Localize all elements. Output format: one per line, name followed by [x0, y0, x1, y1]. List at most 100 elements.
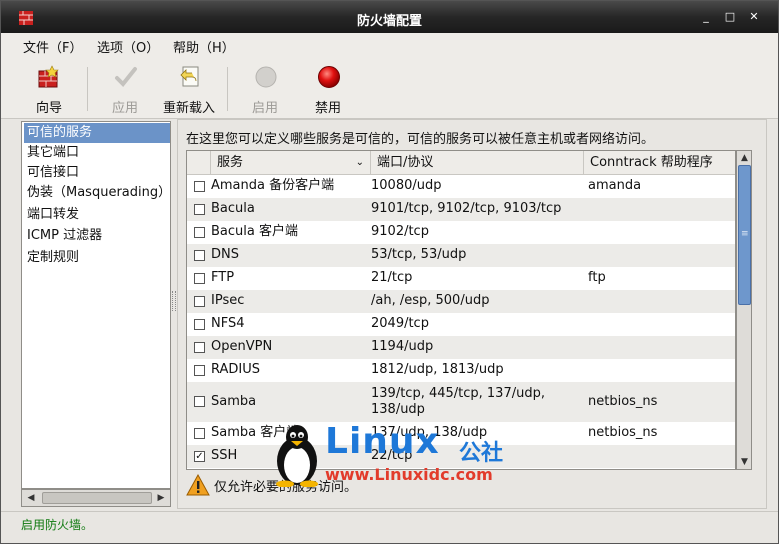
table-row[interactable]: Bacula 客户端 9102/tcp: [187, 221, 735, 244]
status-text: 启用防火墙。: [21, 518, 94, 532]
service-ports: /ah, /esp, 500/udp: [371, 293, 490, 308]
row-checkbox[interactable]: [194, 204, 205, 215]
minimize-button[interactable]: _: [699, 10, 713, 24]
row-checkbox[interactable]: [194, 396, 205, 407]
service-name: NFS4: [211, 316, 245, 331]
nav-trusted-services[interactable]: 可信的服务: [24, 123, 170, 143]
scroll-up-arrow-icon[interactable]: ▲: [738, 151, 751, 165]
vscroll-thumb[interactable]: ≡: [738, 165, 751, 305]
row-checkbox[interactable]: [194, 227, 205, 238]
enable-label: 启用: [251, 101, 278, 116]
hscroll-thumb[interactable]: [42, 492, 152, 504]
nav-custom-rules[interactable]: 定制规则: [24, 248, 170, 268]
service-name: Bacula: [211, 201, 255, 216]
service-name: IPsec: [211, 293, 245, 308]
table-row[interactable]: Bacula 9101/tcp, 9102/tcp, 9103/tcp: [187, 198, 735, 221]
row-checkbox[interactable]: [194, 365, 205, 376]
enable-button[interactable]: 启用: [230, 63, 300, 116]
wizard-label: 向导: [35, 101, 62, 116]
service-name: RADIUS: [211, 362, 261, 377]
enable-green-light-icon: [255, 66, 277, 88]
service-name: DNS: [211, 247, 239, 262]
menu-help[interactable]: 帮助（H）: [173, 37, 235, 56]
category-hscrollbar[interactable]: ◀ ▶: [21, 489, 171, 507]
service-ports: 21/tcp: [371, 270, 413, 285]
warning-icon: [186, 474, 210, 496]
wizard-button[interactable]: 向导: [14, 63, 84, 116]
service-ports: 139/tcp, 445/tcp, 137/udp, 138/udp: [371, 386, 545, 417]
watermark-brand: Linux: [325, 421, 440, 462]
header-helper[interactable]: Conntrack 帮助程序: [584, 151, 735, 175]
header-service-label: 服务: [217, 155, 244, 170]
sort-chevron-icon: ⌄: [355, 157, 364, 168]
header-service[interactable]: 服务 ⌄: [211, 151, 371, 175]
service-ports: 2049/tcp: [371, 316, 429, 331]
close-button[interactable]: ✕: [747, 10, 761, 24]
service-name: Samba: [211, 394, 257, 409]
services-vscrollbar[interactable]: ▲ ≡ ▼: [736, 150, 752, 470]
table-row[interactable]: Samba 139/tcp, 445/tcp, 137/udp, 138/udp…: [187, 382, 735, 422]
service-helper: netbios_ns: [588, 394, 658, 409]
status-bar: 启用防火墙。: [1, 511, 778, 543]
services-description: 在这里您可以定义哪些服务是可信的，可信的服务可以被任意主机或者网络访问。: [186, 132, 655, 147]
nav-icmp-filter[interactable]: ICMP 过滤器: [24, 226, 170, 246]
row-checkbox[interactable]: [194, 181, 205, 192]
title-bar: 防火墙配置 _ □ ✕: [1, 1, 778, 33]
header-ports[interactable]: 端口/协议: [371, 151, 584, 175]
watermark-url: www.Linuxidc.com: [325, 465, 493, 484]
tux-penguin-icon: [276, 425, 318, 487]
service-name: SSH: [211, 448, 238, 463]
table-row[interactable]: RADIUS 1812/udp, 1813/udp: [187, 359, 735, 382]
nav-port-forwarding[interactable]: 端口转发: [24, 205, 170, 225]
watermark-brand-cn: 公社: [459, 441, 504, 466]
service-ports: 1812/udp, 1813/udp: [371, 362, 504, 377]
row-checkbox[interactable]: [194, 273, 205, 284]
firewall-wizard-icon: [38, 65, 59, 88]
row-checkbox[interactable]: [194, 250, 205, 261]
table-header: 服务 ⌄ 端口/协议 Conntrack 帮助程序: [187, 151, 735, 175]
scroll-left-arrow-icon[interactable]: ◀: [23, 491, 39, 505]
row-checkbox[interactable]: [194, 428, 205, 439]
check-icon: [115, 67, 137, 87]
window-title: 防火墙配置: [356, 14, 422, 29]
service-ports: 9101/tcp, 9102/tcp, 9103/tcp: [371, 201, 562, 216]
table-row[interactable]: NFS4 2049/tcp: [187, 313, 735, 336]
row-checkbox[interactable]: [194, 296, 205, 307]
table-row[interactable]: FTP 21/tcp ftp: [187, 267, 735, 290]
header-checkbox-col: [187, 151, 211, 175]
scroll-down-arrow-icon[interactable]: ▼: [738, 455, 751, 469]
table-row[interactable]: OpenVPN 1194/udp: [187, 336, 735, 359]
menu-file[interactable]: 文件（F）: [23, 37, 82, 56]
disable-label: 禁用: [314, 101, 341, 116]
firewall-config-window: 防火墙配置 _ □ ✕ 文件（F） 选项（O） 帮助（H） 向导 应用 重新载入…: [0, 0, 779, 544]
row-checkbox[interactable]: [194, 319, 205, 330]
nav-other-ports[interactable]: 其它端口: [24, 143, 170, 163]
menu-bar: 文件（F） 选项（O） 帮助（H）: [1, 33, 778, 57]
service-helper: amanda: [588, 178, 642, 193]
linuxidc-watermark: Linux 公社 www.Linuxidc.com: [271, 419, 521, 489]
category-list: 可信的服务 其它端口 可信接口 伪装（Masquerading） 端口转发 IC…: [21, 121, 171, 489]
pane-resize-grip[interactable]: [172, 291, 176, 311]
menu-options[interactable]: 选项（O）: [97, 37, 159, 56]
nav-masquerading[interactable]: 伪装（Masquerading）: [24, 183, 171, 203]
table-row[interactable]: DNS 53/tcp, 53/udp: [187, 244, 735, 267]
maximize-button[interactable]: □: [723, 10, 737, 24]
toolbar-separator: [227, 67, 228, 111]
nav-trusted-interfaces[interactable]: 可信接口: [24, 163, 170, 183]
reload-button[interactable]: 重新载入: [154, 63, 224, 116]
row-checkbox[interactable]: [194, 342, 205, 353]
scroll-right-arrow-icon[interactable]: ▶: [153, 491, 169, 505]
service-name: OpenVPN: [211, 339, 273, 354]
service-ports: 53/tcp, 53/udp: [371, 247, 467, 262]
service-ports: 1194/udp: [371, 339, 434, 354]
service-name: Amanda 备份客户端: [211, 178, 335, 193]
service-ports: 10080/udp: [371, 178, 442, 193]
service-helper: netbios_ns: [588, 425, 658, 440]
toolbar: 向导 应用 重新载入 启用 禁用: [1, 57, 778, 119]
disable-button[interactable]: 禁用: [293, 63, 363, 116]
table-row[interactable]: IPsec /ah, /esp, 500/udp: [187, 290, 735, 313]
row-checkbox-checked[interactable]: ✓: [194, 451, 205, 462]
table-row[interactable]: Amanda 备份客户端 10080/udp amanda: [187, 175, 735, 198]
service-name: Bacula 客户端: [211, 224, 298, 239]
service-ports: 9102/tcp: [371, 224, 429, 239]
